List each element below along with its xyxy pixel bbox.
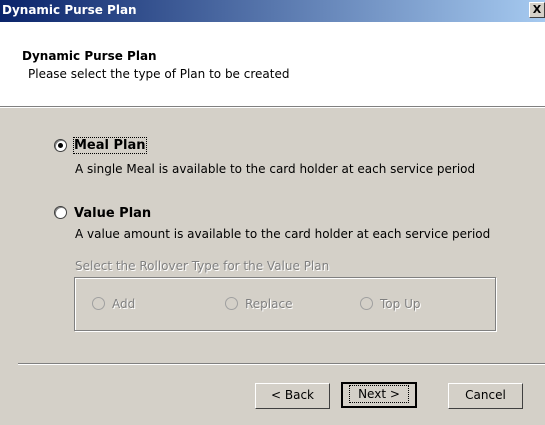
back-button-label: < Back — [270, 388, 314, 402]
next-button[interactable]: Next > — [341, 382, 417, 408]
header-subtitle: Please select the type of Plan to be cre… — [28, 67, 290, 81]
back-button[interactable]: < Back — [255, 383, 330, 409]
rollover-replace-radio[interactable] — [225, 297, 238, 310]
close-icon: X — [532, 3, 542, 16]
rollover-add-radio[interactable] — [92, 297, 105, 310]
next-button-label: Next > — [349, 385, 409, 403]
cancel-button[interactable]: Cancel — [448, 383, 523, 409]
cancel-button-label: Cancel — [465, 388, 506, 402]
window-title: Dynamic Purse Plan — [2, 3, 137, 17]
rollover-replace-label: Replace — [245, 297, 293, 311]
radio-selected-dot — [58, 143, 63, 148]
title-bar: Dynamic Purse Plan — [0, 0, 545, 22]
rollover-caption: Select the Rollover Type for the Value P… — [75, 259, 330, 273]
header-separator — [0, 106, 545, 108]
header-title: Dynamic Purse Plan — [22, 49, 157, 63]
meal-plan-label[interactable]: Meal Plan — [73, 137, 147, 154]
rollover-topup-label: Top Up — [380, 297, 421, 311]
value-plan-radio[interactable] — [54, 206, 67, 219]
rollover-add-label: Add — [112, 297, 136, 311]
value-plan-description: A value amount is available to the card … — [75, 227, 491, 241]
wizard-header: Dynamic Purse Plan Please select the typ… — [0, 22, 545, 106]
close-button[interactable]: X — [529, 2, 545, 18]
meal-plan-description: A single Meal is available to the card h… — [75, 162, 476, 176]
footer-separator — [18, 363, 545, 365]
rollover-topup-radio[interactable] — [360, 297, 373, 310]
meal-plan-radio[interactable] — [54, 139, 67, 152]
value-plan-label[interactable]: Value Plan — [74, 206, 151, 221]
